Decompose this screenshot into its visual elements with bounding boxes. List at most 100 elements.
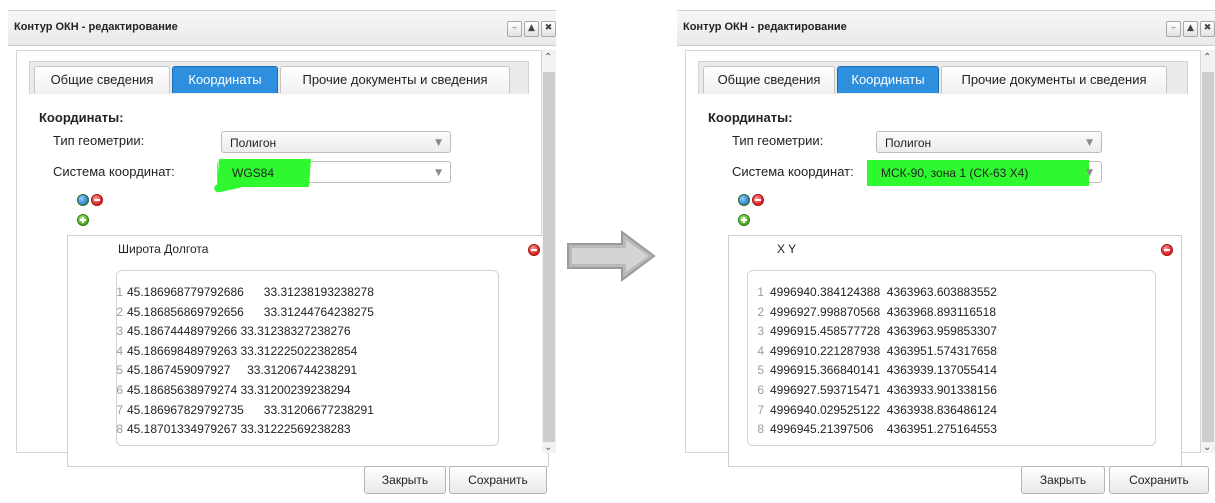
chevron-down-icon: ▼ — [435, 168, 442, 178]
tab-other-docs[interactable]: Прочие документы и сведения — [280, 66, 510, 93]
save-button[interactable]: Сохранить — [449, 466, 547, 494]
coordinate-value: 45.18701334979267 33.31222569238283 — [127, 422, 351, 437]
scrollbar[interactable]: ⌃ ⌄ — [1201, 50, 1215, 453]
crs-label: Система координат: — [53, 164, 175, 179]
crs-label: Система координат: — [732, 164, 854, 179]
chevron-down-icon[interactable]: ⌄ — [544, 442, 552, 453]
chevron-down-icon: ▼ — [1086, 168, 1093, 178]
titlebar[interactable]: Контур ОКН - редактирование – ▲ ✖ — [677, 10, 1215, 46]
coordinate-row: 8 45.18701334979267 33.31222569238283 — [116, 420, 498, 439]
section-title: Координаты: — [39, 110, 124, 125]
crs-select[interactable]: WGS84 ▼ — [213, 159, 451, 194]
window-title: Контур ОКН - редактирование — [14, 21, 178, 33]
tab-coordinates[interactable]: Координаты — [837, 66, 939, 93]
line-number: 5 — [757, 363, 764, 378]
line-number: 1 — [116, 285, 123, 299]
line-number: 1 — [757, 285, 764, 299]
coordinate-value: 4996927.998870568 4363968.893116518 — [770, 304, 997, 319]
chevron-up-icon[interactable]: ⌃ — [544, 52, 552, 63]
dialog-right: Контур ОКН - редактирование – ▲ ✖ Общие … — [677, 10, 1215, 503]
coordinate-value: 4996940.029525122 4363938.836486124 — [770, 402, 997, 417]
save-button[interactable]: Сохранить — [1109, 466, 1209, 494]
line-number: 8 — [757, 422, 764, 437]
coordinate-value: 45.1867459097927 33.31206744238291 — [127, 363, 358, 378]
coordinates-editor[interactable]: 1 4996940.384124388 4363963.603883552 2 499… — [747, 270, 1156, 446]
coordinate-value: 4996915.458577728 4363963.959853307 — [770, 324, 997, 339]
crs-value: МСК-90, зона 1 (СК-63 Х4) — [881, 166, 1029, 180]
coordinate-value: 4996910.221287938 4363951.574317658 — [770, 343, 997, 358]
remove-icon[interactable] — [752, 194, 764, 206]
dialog-content: Общие сведения Координаты Прочие докумен… — [685, 50, 1201, 467]
globe-icon[interactable] — [77, 194, 89, 206]
coordinate-row: 7 4996940.029525122 4363938.836486124 — [748, 401, 1155, 420]
scrollbar[interactable]: ⌃ ⌄ — [542, 50, 556, 453]
geometry-type-value: Полигон — [885, 136, 932, 150]
coordinate-value: 45.18669848979263 33.312225022382854 — [127, 343, 358, 358]
line-number: 7 — [116, 402, 123, 417]
chevron-up-icon[interactable]: ⌃ — [1203, 52, 1211, 63]
tab-coordinates[interactable]: Координаты — [172, 66, 278, 93]
maximize-button[interactable]: ▲ — [1183, 21, 1198, 37]
delete-icon[interactable] — [528, 244, 540, 256]
coordinate-row: 7 45.186967829792735 33.31206677238291 — [116, 401, 498, 420]
remove-icon[interactable] — [91, 194, 103, 206]
coordinate-row: 5 4996915.366840141 4363939.137055414 — [748, 361, 1155, 380]
line-number: 2 — [757, 304, 764, 319]
section-title: Координаты: — [708, 110, 793, 125]
close-window-button[interactable]: ✖ — [541, 21, 556, 37]
minimize-button[interactable]: – — [507, 21, 522, 37]
coordinate-row: 8 4996945.21397506 4363951.275164553 — [748, 420, 1155, 439]
titlebar[interactable]: Контур ОКН - редактирование – ▲ ✖ — [8, 10, 556, 46]
line-number: 7 — [757, 402, 764, 417]
line-number: 6 — [757, 383, 764, 397]
dialog-content: Общие сведения Координаты Прочие докумен… — [16, 50, 549, 467]
scroll-thumb[interactable] — [543, 72, 555, 442]
line-number: 3 — [757, 324, 764, 339]
maximize-button[interactable]: ▲ — [524, 21, 539, 37]
chevron-down-icon: ▼ — [1086, 138, 1093, 148]
geometry-type-select[interactable]: Полигон ▼ — [221, 131, 451, 153]
dialog-left: Контур ОКН - редактирование – ▲ ✖ Общие … — [8, 10, 556, 503]
line-number: 4 — [116, 343, 123, 358]
tab-bar: Общие сведения Координаты Прочие докумен… — [698, 61, 1188, 94]
coordinate-value: 45.186968779792686 33.31238193238278 — [127, 285, 374, 299]
line-number: 3 — [116, 324, 123, 339]
coordinate-row: 2 45.186856869792656 33.31244764238275 — [116, 303, 498, 322]
coordinate-row: 6 45.18685638979274 33.31200239238294 — [116, 381, 498, 400]
coordinate-row: 2 4996927.998870568 4363968.893116518 — [748, 303, 1155, 322]
tab-general[interactable]: Общие сведения — [703, 66, 835, 93]
coordinate-row: 3 4996915.458577728 4363963.959853307 — [748, 322, 1155, 341]
tab-general[interactable]: Общие сведения — [34, 66, 170, 93]
tab-bar: Общие сведения Координаты Прочие докумен… — [29, 61, 529, 94]
coordinate-value: 4996945.21397506 4363951.275164553 — [770, 422, 997, 437]
scroll-thumb[interactable] — [1202, 72, 1214, 442]
crs-select[interactable]: МСК-90, зона 1 (СК-63 Х4) ▼ — [867, 160, 1102, 186]
delete-icon[interactable] — [1161, 244, 1173, 256]
coordinate-row: 6 4996927.593715471 4363933.901338156 — [748, 381, 1155, 400]
geometry-type-label: Тип геометрии: — [53, 133, 145, 148]
line-number: 8 — [116, 422, 123, 437]
coordinate-row: 4 4996910.221287938 4363951.574317658 — [748, 342, 1155, 361]
crs-value: WGS84 — [232, 166, 275, 180]
coordinate-value: 4996915.366840141 4363939.137055414 — [770, 363, 997, 378]
close-button[interactable]: Закрыть — [1021, 466, 1105, 494]
globe-icon[interactable] — [738, 194, 750, 206]
add-icon[interactable] — [77, 214, 89, 226]
tab-other-docs[interactable]: Прочие документы и сведения — [941, 66, 1167, 93]
geometry-type-label: Тип геометрии: — [732, 133, 824, 148]
arrow-right-icon — [567, 230, 656, 282]
minimize-button[interactable]: – — [1166, 21, 1181, 37]
window-title: Контур ОКН - редактирование — [683, 21, 847, 33]
coordinates-panel: X Y 1 4996940.384124388 4363963.603883552… — [728, 235, 1182, 467]
close-window-button[interactable]: ✖ — [1200, 21, 1215, 37]
add-icon[interactable] — [738, 214, 750, 226]
coordinates-editor[interactable]: 1 45.186968779792686 33.31238193238278 2 45… — [116, 270, 499, 446]
chevron-down-icon[interactable]: ⌄ — [1203, 442, 1211, 453]
coordinate-value: 45.186856869792656 33.31244764238275 — [127, 304, 374, 319]
columns-header: X Y — [777, 242, 797, 256]
coordinate-row: 1 4996940.384124388 4363963.603883552 — [748, 283, 1155, 302]
coordinate-row: 1 45.186968779792686 33.31238193238278 — [116, 283, 498, 302]
geometry-type-select[interactable]: Полигон ▼ — [876, 131, 1102, 153]
close-button[interactable]: Закрыть — [364, 466, 446, 494]
geometry-type-value: Полигон — [230, 136, 277, 150]
